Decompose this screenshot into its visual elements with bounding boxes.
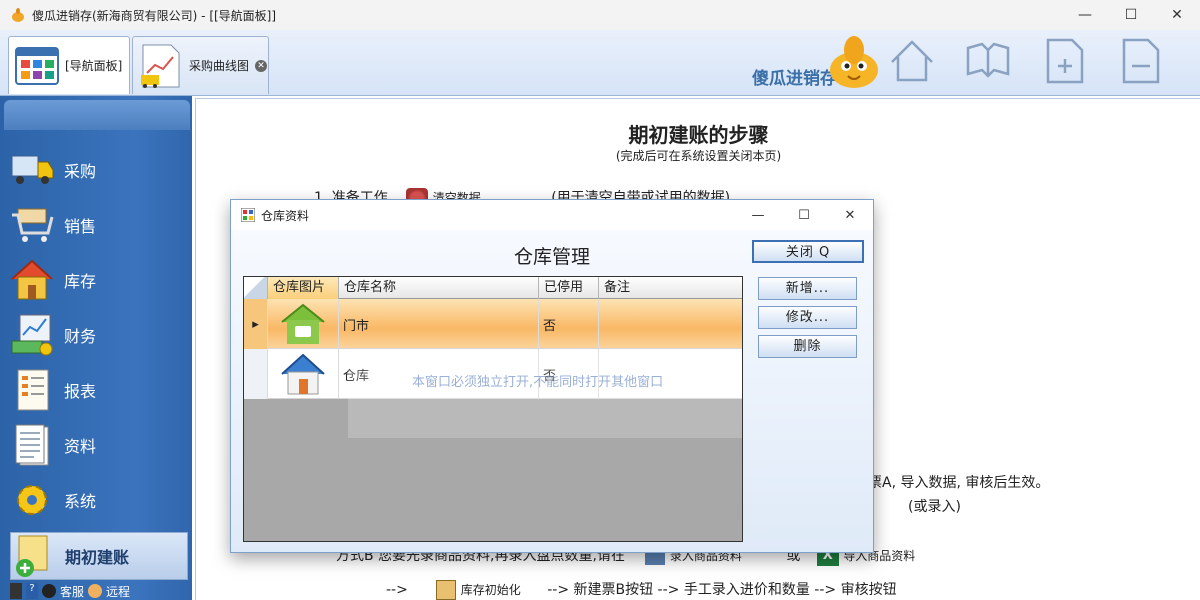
inventory-init-button[interactable]: 库存初始化 [461,583,521,597]
qq-icon [42,584,56,598]
window-title: 傻瓜进销存(新海商贸有限公司) - [[导航面板]] [32,8,277,23]
maximize-button[interactable]: ☐ [1108,0,1154,30]
dialog-maximize-button[interactable]: ☐ [781,200,827,230]
remote-icon [88,584,103,598]
remove-page-icon[interactable] [1116,38,1164,84]
row-header [244,349,268,399]
sidebar-item-label: 销售 [64,217,97,236]
help-icon[interactable]: ? [26,583,38,599]
sidebar-item-label: 资料 [64,437,97,456]
truck-icon [10,148,54,192]
sidebar-item-system[interactable]: 系统 [10,475,186,525]
tab-label: [导航面板] [65,59,123,73]
home-icon[interactable] [888,38,936,84]
sidebar-item-sales[interactable]: 销售 [10,200,186,250]
row-selected-icon: ▸ [244,299,268,349]
inventory-init-icon [436,580,457,600]
column-header[interactable]: 仓库图片 [268,277,339,299]
disabled-value: 否 [539,299,599,349]
tab-close-icon[interactable]: ✕ [255,59,268,72]
dialog-body: 仓库管理 关闭 Q 新增... 修改... 删除 仓库图片 仓库名称 已停用 备… [231,230,873,552]
method-a-note: (或录入) [908,499,961,515]
add-folder-icon [11,534,55,578]
dialog-minimize-button[interactable]: — [735,200,781,230]
method-a-text: 票A, 导入数据, 审核后生效。 [868,475,1050,491]
sidebar-footer: ? 客服 远程 [10,582,130,600]
column-header[interactable]: 仓库名称 [339,277,539,299]
sidebar-item-label: 采购 [64,162,97,181]
report-icon [10,368,54,412]
column-header[interactable]: 已停用 [539,277,599,299]
warehouse-house-icon [268,349,339,399]
line-chart-icon [141,44,180,88]
remote-support-link[interactable]: 远程 [106,583,130,600]
house-icon [10,258,54,302]
dialog-title: 仓库资料 [261,208,310,223]
tab-purchase-chart[interactable]: 采购曲线图 ✕ [132,36,269,94]
sidebar-item-initial-setup[interactable]: 期初建账 [10,532,188,580]
close-button[interactable]: ✕ [1154,0,1200,30]
close-dialog-button[interactable]: 关闭 Q [752,240,864,263]
sidebar-item-label: 报表 [64,382,97,401]
mascot-logo-icon [830,36,878,88]
sidebar-item-label: 财务 [64,327,97,346]
sidebar-item-label: 库存 [64,272,97,291]
app-logo-icon [12,8,24,22]
document-icon [10,423,54,467]
warehouse-table: 仓库图片 仓库名称 已停用 备注 ▸ 门市 否 仓库 否 本窗口必须独立打开,不… [243,276,743,542]
watermark-text: 本窗口必须独立打开,不能同时打开其他窗口 [412,375,664,390]
sidebar-header [4,100,190,130]
delete-button[interactable]: 删除 [758,335,857,358]
dialog-close-button[interactable]: ✕ [827,200,873,230]
sidebar-item-label: 系统 [64,492,97,511]
method-b-steps: --> 库存初始化 --> 新建票B按钮 --> 手工录入进价和数量 --> 审… [386,579,897,600]
gear-icon [10,478,54,522]
minimize-button[interactable]: — [1062,0,1108,30]
brand-name: 傻瓜进销存 [752,69,837,89]
edit-button[interactable]: 修改... [758,306,857,329]
sidebar-item-label: 期初建账 [65,548,130,567]
method-b-flow: --> 新建票B按钮 --> 手工录入进价和数量 --> 审核按钮 [547,582,897,598]
arrow-text: --> [386,582,408,598]
book-icon[interactable] [964,38,1012,84]
title-bar: 傻瓜进销存(新海商贸有限公司) - [[导航面板]] — ☐ ✕ [0,0,1200,30]
money-chart-icon [10,313,54,357]
sidebar-item-inventory[interactable]: 库存 [10,255,186,305]
tab-strip: [导航面板] 采购曲线图 ✕ 傻瓜进销存 [0,30,1200,96]
customer-service-link[interactable]: 客服 [60,583,84,600]
dialog-title-bar: 仓库资料 — ☐ ✕ [231,200,873,230]
table-row[interactable]: ▸ 门市 否 [244,299,742,349]
add-page-icon[interactable] [1040,38,1088,84]
grid-window-icon [241,208,255,222]
page-subtitle: (完成后可在系统设置关闭本页) [615,149,782,163]
store-icon [268,299,339,349]
dashboard-icon [15,46,59,85]
select-all-corner[interactable] [244,277,268,299]
warehouse-name: 门市 [339,299,539,349]
tab-nav-panel[interactable]: [导航面板] [8,36,130,94]
note-value [599,299,742,349]
sidebar-item-purchase[interactable]: 采购 [10,145,186,195]
sidebar-item-reports[interactable]: 报表 [10,365,186,415]
tab-label: 采购曲线图 [189,59,250,73]
sidebar-item-finance[interactable]: 财务 [10,310,186,360]
add-button[interactable]: 新增... [758,277,857,300]
watermark-overlay: 本窗口必须独立打开,不能同时打开其他窗口 [348,351,742,438]
warehouse-dialog: 仓库资料 — ☐ ✕ 仓库管理 关闭 Q 新增... 修改... 删除 仓库图片… [230,199,874,553]
sidebar-item-data[interactable]: 资料 [10,420,186,470]
page-title: 期初建账的步骤 [628,123,769,147]
table-header: 仓库图片 仓库名称 已停用 备注 [244,277,742,299]
calculator-icon[interactable] [10,583,22,599]
cart-icon [10,203,54,247]
column-header[interactable]: 备注 [599,277,742,299]
